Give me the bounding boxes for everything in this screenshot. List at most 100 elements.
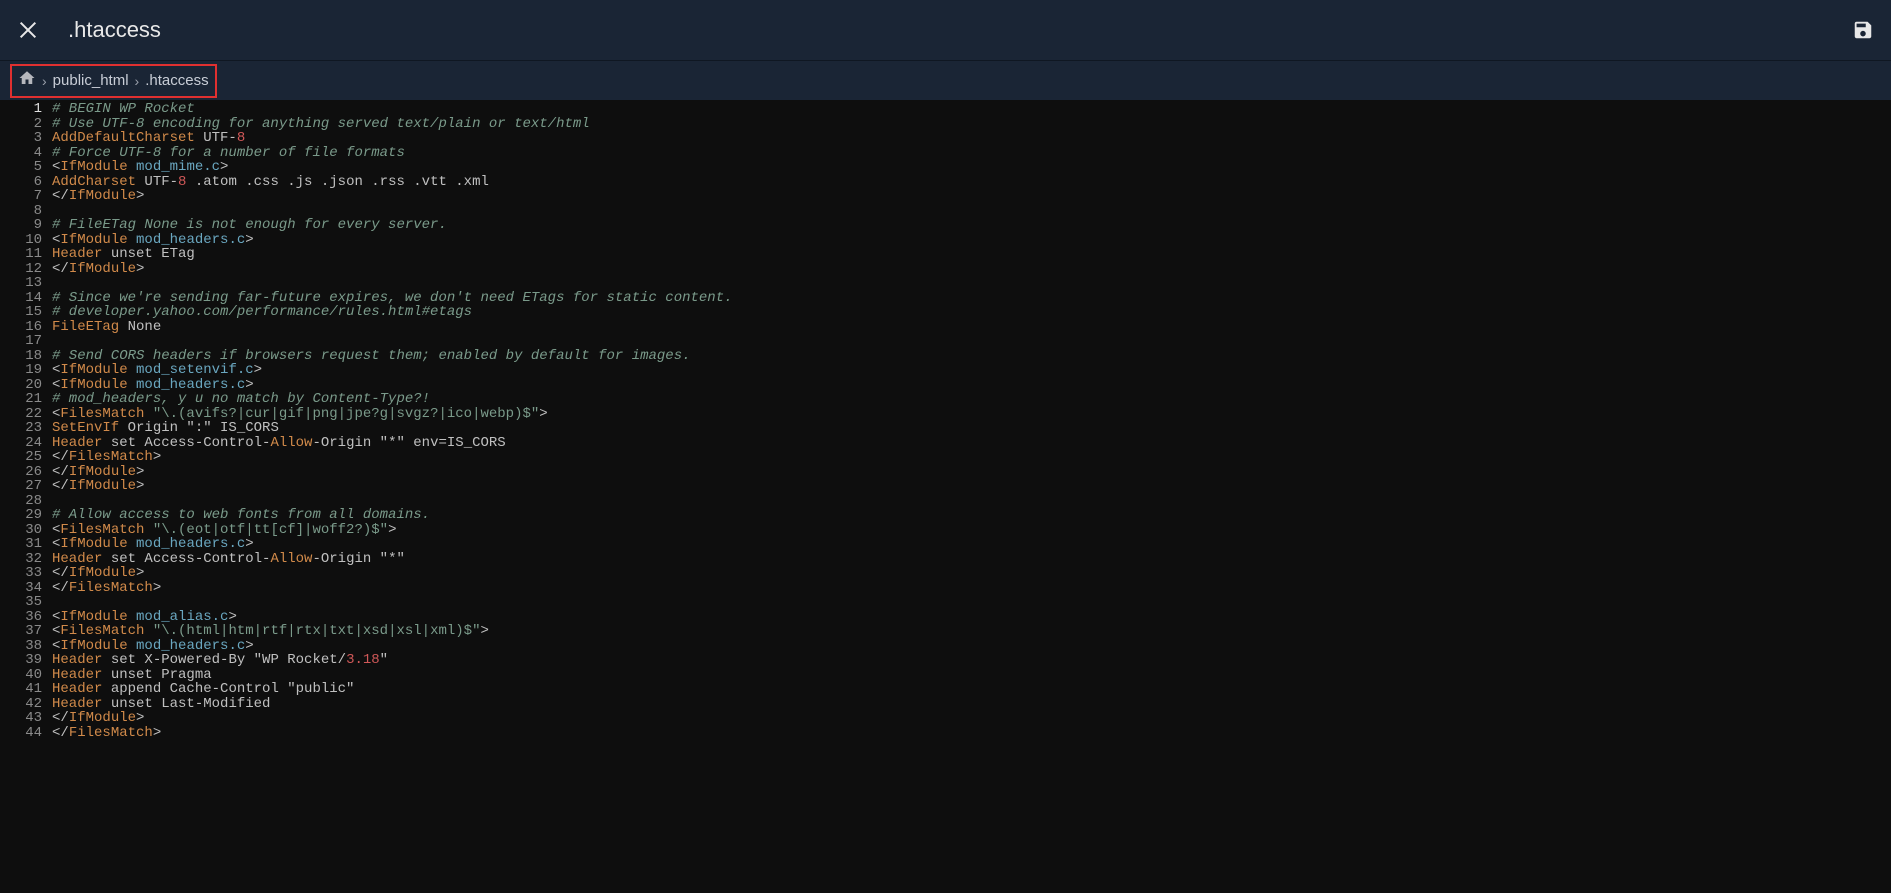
- code-line[interactable]: <FilesMatch "\.(eot|otf|tt[cf]|woff2?)$"…: [52, 523, 1891, 538]
- line-number: 12: [0, 262, 42, 277]
- code-line[interactable]: Header append Cache-Control "public": [52, 682, 1891, 697]
- close-icon: [17, 19, 39, 41]
- code-line[interactable]: </IfModule>: [52, 566, 1891, 581]
- code-line[interactable]: <IfModule mod_alias.c>: [52, 610, 1891, 625]
- code-line[interactable]: </IfModule>: [52, 711, 1891, 726]
- code-line[interactable]: <IfModule mod_headers.c>: [52, 378, 1891, 393]
- line-number: 2: [0, 117, 42, 132]
- line-gutter: 1234567891011121314151617181920212223242…: [0, 100, 52, 893]
- line-number: 25: [0, 450, 42, 465]
- code-line[interactable]: </IfModule>: [52, 189, 1891, 204]
- code-line[interactable]: <FilesMatch "\.(avifs?|cur|gif|png|jpe?g…: [52, 407, 1891, 422]
- line-number: 19: [0, 363, 42, 378]
- code-line[interactable]: <IfModule mod_headers.c>: [52, 233, 1891, 248]
- code-line[interactable]: <IfModule mod_headers.c>: [52, 639, 1891, 654]
- code-line[interactable]: </IfModule>: [52, 479, 1891, 494]
- line-number: 22: [0, 407, 42, 422]
- line-number: 39: [0, 653, 42, 668]
- code-line[interactable]: </IfModule>: [52, 262, 1891, 277]
- line-number: 23: [0, 421, 42, 436]
- breadcrumb-item[interactable]: public_html: [53, 72, 129, 89]
- line-number: 5: [0, 160, 42, 175]
- line-number: 28: [0, 494, 42, 509]
- line-number: 44: [0, 726, 42, 741]
- code-line[interactable]: Header unset Last-Modified: [52, 697, 1891, 712]
- code-line[interactable]: </IfModule>: [52, 465, 1891, 480]
- line-number: 13: [0, 276, 42, 291]
- code-line[interactable]: # Force UTF-8 for a number of file forma…: [52, 146, 1891, 161]
- line-number: 31: [0, 537, 42, 552]
- line-number: 7: [0, 189, 42, 204]
- home-icon[interactable]: [18, 69, 36, 92]
- line-number: 6: [0, 175, 42, 190]
- code-line[interactable]: AddCharset UTF-8 .atom .css .js .json .r…: [52, 175, 1891, 190]
- code-line[interactable]: # mod_headers, y u no match by Content-T…: [52, 392, 1891, 407]
- code-line[interactable]: Header unset Pragma: [52, 668, 1891, 683]
- line-number: 8: [0, 204, 42, 219]
- code-line[interactable]: </FilesMatch>: [52, 581, 1891, 596]
- file-title: .htaccess: [68, 17, 161, 43]
- code-line[interactable]: # FileETag None is not enough for every …: [52, 218, 1891, 233]
- code-line[interactable]: <IfModule mod_setenvif.c>: [52, 363, 1891, 378]
- code-line[interactable]: <IfModule mod_mime.c>: [52, 160, 1891, 175]
- chevron-right-icon: ›: [42, 73, 47, 89]
- code-line[interactable]: AddDefaultCharset UTF-8: [52, 131, 1891, 146]
- titlebar: .htaccess: [0, 0, 1891, 60]
- code-editor[interactable]: 1234567891011121314151617181920212223242…: [0, 100, 1891, 893]
- code-line[interactable]: # Allow access to web fonts from all dom…: [52, 508, 1891, 523]
- chevron-right-icon: ›: [135, 73, 140, 89]
- code-line[interactable]: [52, 494, 1891, 509]
- breadcrumb-bar: › public_html › .htaccess: [0, 60, 1891, 100]
- line-number: 38: [0, 639, 42, 654]
- code-line[interactable]: [52, 204, 1891, 219]
- line-number: 20: [0, 378, 42, 393]
- line-number: 30: [0, 523, 42, 538]
- code-line[interactable]: </FilesMatch>: [52, 450, 1891, 465]
- line-number: 40: [0, 668, 42, 683]
- code-line[interactable]: </FilesMatch>: [52, 726, 1891, 741]
- line-number: 21: [0, 392, 42, 407]
- code-line[interactable]: <IfModule mod_headers.c>: [52, 537, 1891, 552]
- code-line[interactable]: SetEnvIf Origin ":" IS_CORS: [52, 421, 1891, 436]
- close-button[interactable]: [12, 14, 44, 46]
- line-number: 42: [0, 697, 42, 712]
- code-line[interactable]: # Since we're sending far-future expires…: [52, 291, 1891, 306]
- line-number: 3: [0, 131, 42, 146]
- line-number: 36: [0, 610, 42, 625]
- line-number: 27: [0, 479, 42, 494]
- line-number: 29: [0, 508, 42, 523]
- code-line[interactable]: # BEGIN WP Rocket: [52, 102, 1891, 117]
- breadcrumb-highlight: › public_html › .htaccess: [10, 64, 217, 98]
- line-number: 32: [0, 552, 42, 567]
- code-line[interactable]: [52, 276, 1891, 291]
- code-line[interactable]: # developer.yahoo.com/performance/rules.…: [52, 305, 1891, 320]
- code-line[interactable]: Header set Access-Control-Allow-Origin "…: [52, 436, 1891, 451]
- line-number: 41: [0, 682, 42, 697]
- code-line[interactable]: Header set Access-Control-Allow-Origin "…: [52, 552, 1891, 567]
- code-line[interactable]: <FilesMatch "\.(html|htm|rtf|rtx|txt|xsd…: [52, 624, 1891, 639]
- code-line[interactable]: # Use UTF-8 encoding for anything served…: [52, 117, 1891, 132]
- line-number: 35: [0, 595, 42, 610]
- breadcrumb-item[interactable]: .htaccess: [145, 72, 208, 89]
- save-icon: [1852, 19, 1874, 41]
- code-line[interactable]: Header set X-Powered-By "WP Rocket/3.18": [52, 653, 1891, 668]
- line-number: 10: [0, 233, 42, 248]
- line-number: 9: [0, 218, 42, 233]
- line-number: 1: [0, 102, 42, 117]
- code-line[interactable]: [52, 595, 1891, 610]
- line-number: 37: [0, 624, 42, 639]
- code-content[interactable]: # BEGIN WP Rocket# Use UTF-8 encoding fo…: [52, 100, 1891, 893]
- line-number: 33: [0, 566, 42, 581]
- line-number: 43: [0, 711, 42, 726]
- line-number: 17: [0, 334, 42, 349]
- save-button[interactable]: [1847, 14, 1879, 46]
- line-number: 34: [0, 581, 42, 596]
- line-number: 4: [0, 146, 42, 161]
- code-line[interactable]: [52, 334, 1891, 349]
- code-line[interactable]: # Send CORS headers if browsers request …: [52, 349, 1891, 364]
- line-number: 26: [0, 465, 42, 480]
- titlebar-left: .htaccess: [12, 14, 161, 46]
- code-line[interactable]: Header unset ETag: [52, 247, 1891, 262]
- code-line[interactable]: FileETag None: [52, 320, 1891, 335]
- line-number: 24: [0, 436, 42, 451]
